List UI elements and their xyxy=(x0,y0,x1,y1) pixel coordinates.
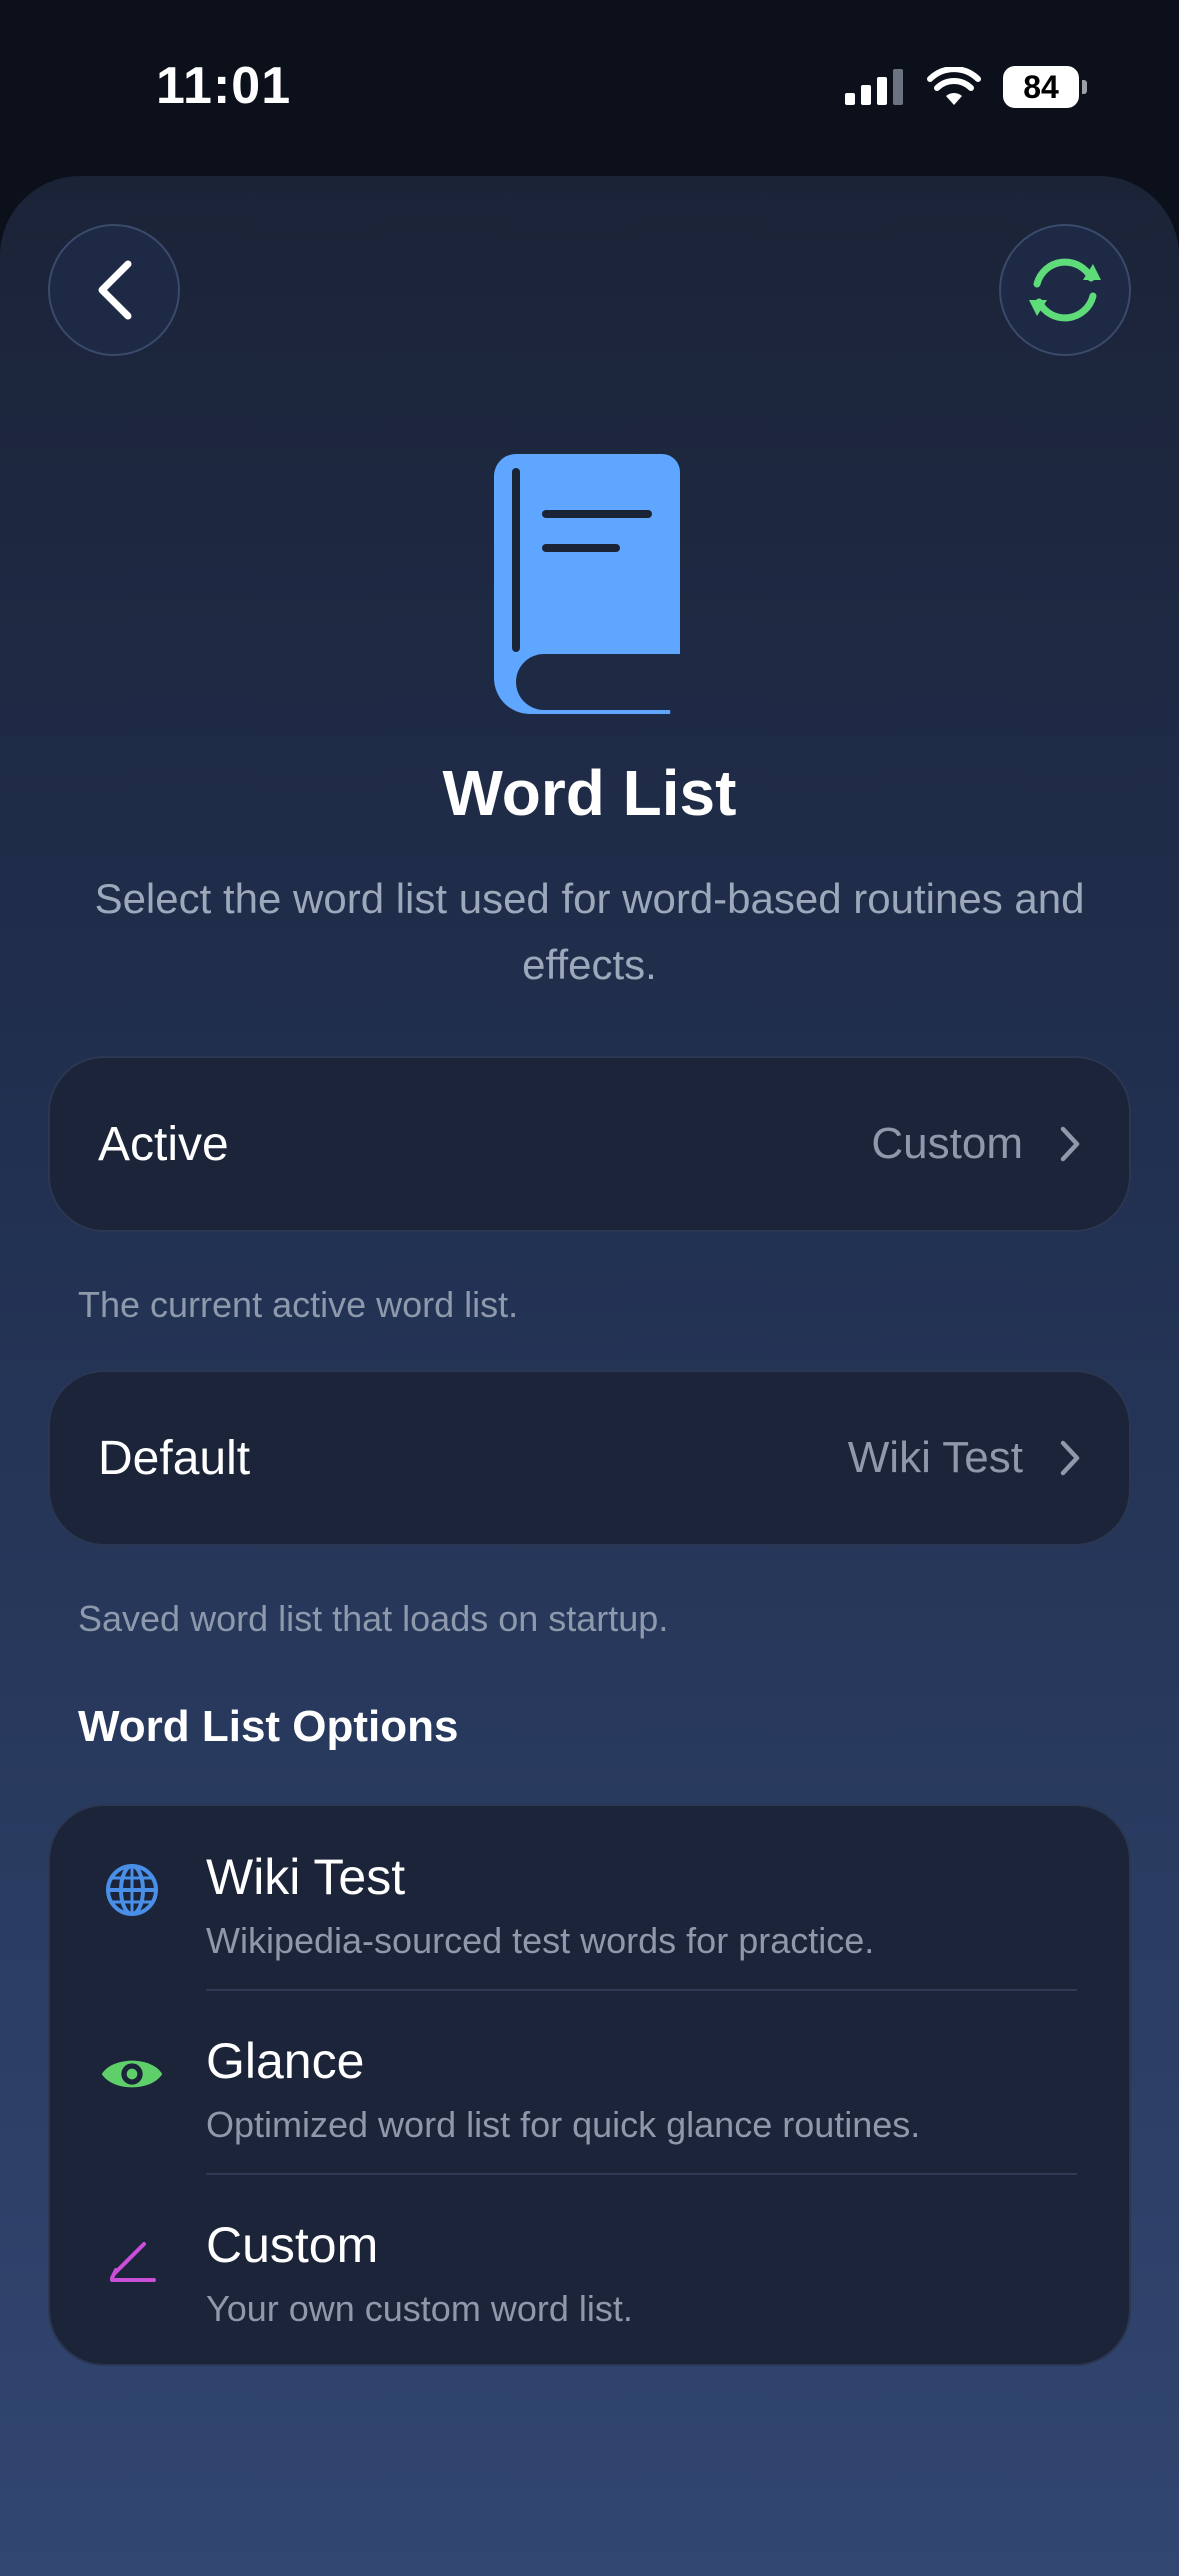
option-desc: Your own custom word list. xyxy=(206,2288,633,2329)
active-value: Custom xyxy=(871,1119,1023,1168)
option-title: Glance xyxy=(206,2033,365,2089)
option-desc: Optimized word list for quick glance rou… xyxy=(206,2104,921,2145)
pencil-icon xyxy=(100,2226,164,2290)
options-list: Wiki Test Wikipedia-sourced test words f… xyxy=(48,1804,1131,2366)
default-list-row[interactable]: Default Wiki Test xyxy=(48,1370,1131,1546)
page-title: Word List xyxy=(442,757,737,829)
default-value: Wiki Test xyxy=(847,1433,1023,1482)
globe-icon xyxy=(100,1858,164,1922)
refresh-button[interactable] xyxy=(999,224,1131,356)
status-bar: 11:01 84 xyxy=(0,0,1179,175)
active-list-row[interactable]: Active Custom xyxy=(48,1056,1131,1232)
option-title: Wiki Test xyxy=(206,1849,406,1905)
option-wiki-test[interactable]: Wiki Test Wikipedia-sourced test words f… xyxy=(50,1806,1133,1989)
book-icon xyxy=(494,454,680,714)
refresh-icon xyxy=(1029,258,1101,322)
status-icons: 84 xyxy=(845,62,1087,112)
page-subtitle: Select the word list used for word-based… xyxy=(94,875,1085,988)
default-footnote: Saved word list that loads on startup. xyxy=(78,1598,669,1639)
active-label: Active xyxy=(98,1117,229,1171)
option-custom[interactable]: Custom Your own custom word list. xyxy=(50,2174,1133,2357)
option-glance[interactable]: Glance Optimized word list for quick gla… xyxy=(50,1990,1133,2173)
battery-indicator: 84 xyxy=(1003,66,1087,108)
status-time: 11:01 xyxy=(156,57,292,115)
chevron-right-icon xyxy=(1060,1126,1080,1162)
default-label: Default xyxy=(98,1431,251,1485)
chevron-left-icon xyxy=(98,260,132,320)
back-button[interactable] xyxy=(48,224,180,356)
options-section-header: Word List Options xyxy=(78,1702,459,1751)
wifi-icon xyxy=(927,67,981,105)
active-footnote: The current active word list. xyxy=(78,1284,519,1325)
word-list-sheet: Word List Select the word list used for … xyxy=(0,176,1179,2576)
option-title: Custom xyxy=(206,2217,379,2273)
signal-icon xyxy=(845,69,903,105)
chevron-right-icon xyxy=(1060,1440,1080,1476)
eye-icon xyxy=(100,2042,164,2106)
option-desc: Wikipedia-sourced test words for practic… xyxy=(206,1920,875,1961)
